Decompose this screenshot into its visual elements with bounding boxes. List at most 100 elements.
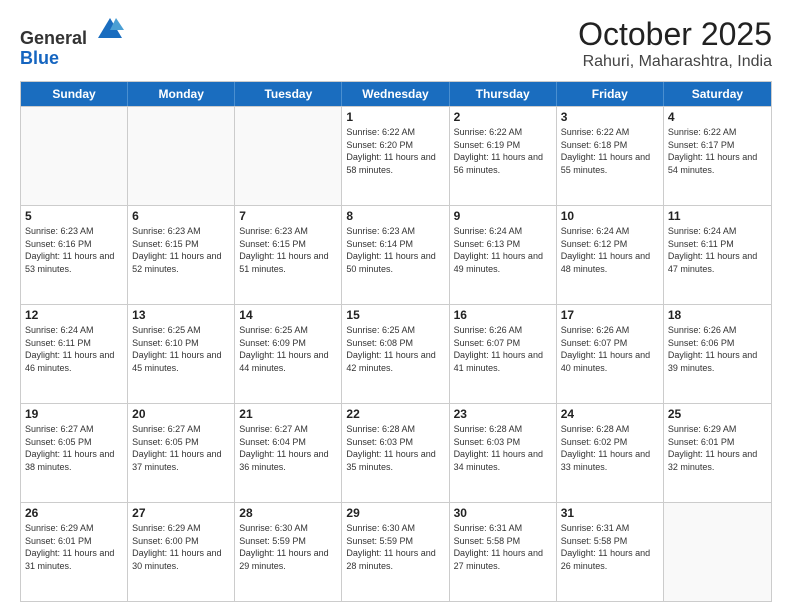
calendar-cell: 16 Sunrise: 6:26 AM Sunset: 6:07 PM Dayli… [450, 305, 557, 403]
calendar-cell: 25 Sunrise: 6:29 AM Sunset: 6:01 PM Dayli… [664, 404, 771, 502]
calendar-body: 1 Sunrise: 6:22 AM Sunset: 6:20 PM Daylig… [21, 106, 771, 601]
day-number: 29 [346, 506, 444, 520]
weekday-header: Wednesday [342, 82, 449, 106]
calendar-cell: 11 Sunrise: 6:24 AM Sunset: 6:11 PM Dayli… [664, 206, 771, 304]
cell-info: Sunrise: 6:28 AM Sunset: 6:03 PM Dayligh… [346, 423, 444, 473]
day-number: 27 [132, 506, 230, 520]
cell-info: Sunrise: 6:22 AM Sunset: 6:19 PM Dayligh… [454, 126, 552, 176]
day-number: 24 [561, 407, 659, 421]
cell-info: Sunrise: 6:23 AM Sunset: 6:15 PM Dayligh… [132, 225, 230, 275]
cell-info: Sunrise: 6:30 AM Sunset: 5:59 PM Dayligh… [346, 522, 444, 572]
cell-info: Sunrise: 6:23 AM Sunset: 6:16 PM Dayligh… [25, 225, 123, 275]
cell-info: Sunrise: 6:30 AM Sunset: 5:59 PM Dayligh… [239, 522, 337, 572]
cell-info: Sunrise: 6:27 AM Sunset: 6:05 PM Dayligh… [132, 423, 230, 473]
calendar-cell: 29 Sunrise: 6:30 AM Sunset: 5:59 PM Dayli… [342, 503, 449, 601]
calendar-week: 12 Sunrise: 6:24 AM Sunset: 6:11 PM Dayli… [21, 304, 771, 403]
day-number: 16 [454, 308, 552, 322]
calendar-title: October 2025 [578, 16, 772, 53]
cell-info: Sunrise: 6:22 AM Sunset: 6:20 PM Dayligh… [346, 126, 444, 176]
calendar-cell: 10 Sunrise: 6:24 AM Sunset: 6:12 PM Dayli… [557, 206, 664, 304]
day-number: 10 [561, 209, 659, 223]
calendar-cell: 28 Sunrise: 6:30 AM Sunset: 5:59 PM Dayli… [235, 503, 342, 601]
calendar-cell [128, 107, 235, 205]
calendar-cell: 15 Sunrise: 6:25 AM Sunset: 6:08 PM Dayli… [342, 305, 449, 403]
calendar-cell: 24Sunrise: 6:28 AM Sunset: 6:02 PM Dayli… [557, 404, 664, 502]
day-number: 21 [239, 407, 337, 421]
cell-info: Sunrise: 6:24 AM Sunset: 6:12 PM Dayligh… [561, 225, 659, 275]
calendar-cell: 12 Sunrise: 6:24 AM Sunset: 6:11 PM Dayli… [21, 305, 128, 403]
calendar-cell [235, 107, 342, 205]
calendar-cell: 3 Sunrise: 6:22 AM Sunset: 6:18 PM Daylig… [557, 107, 664, 205]
cell-info: Sunrise: 6:27 AM Sunset: 6:05 PM Dayligh… [25, 423, 123, 473]
calendar-cell: 9Sunrise: 6:24 AM Sunset: 6:13 PM Daylig… [450, 206, 557, 304]
calendar-cell: 1 Sunrise: 6:22 AM Sunset: 6:20 PM Daylig… [342, 107, 449, 205]
calendar-cell: 14Sunrise: 6:25 AM Sunset: 6:09 PM Dayli… [235, 305, 342, 403]
cell-info: Sunrise: 6:22 AM Sunset: 6:17 PM Dayligh… [668, 126, 767, 176]
title-block: October 2025 Rahuri, Maharashtra, India [578, 16, 772, 71]
calendar-cell: 23Sunrise: 6:28 AM Sunset: 6:03 PM Dayli… [450, 404, 557, 502]
calendar-cell: 4 Sunrise: 6:22 AM Sunset: 6:17 PM Daylig… [664, 107, 771, 205]
calendar-cell [21, 107, 128, 205]
logo: General Blue [20, 16, 124, 69]
calendar-cell: 8Sunrise: 6:23 AM Sunset: 6:14 PM Daylig… [342, 206, 449, 304]
cell-info: Sunrise: 6:24 AM Sunset: 6:13 PM Dayligh… [454, 225, 552, 275]
cell-info: Sunrise: 6:24 AM Sunset: 6:11 PM Dayligh… [25, 324, 123, 374]
weekday-header: Thursday [450, 82, 557, 106]
logo-general: General [20, 28, 87, 48]
calendar: SundayMondayTuesdayWednesdayThursdayFrid… [20, 81, 772, 602]
day-number: 25 [668, 407, 767, 421]
day-number: 12 [25, 308, 123, 322]
day-number: 17 [561, 308, 659, 322]
calendar-week: 1 Sunrise: 6:22 AM Sunset: 6:20 PM Daylig… [21, 106, 771, 205]
calendar-cell: 18 Sunrise: 6:26 AM Sunset: 6:06 PM Dayli… [664, 305, 771, 403]
cell-info: Sunrise: 6:26 AM Sunset: 6:06 PM Dayligh… [668, 324, 767, 374]
weekday-header: Tuesday [235, 82, 342, 106]
day-number: 18 [668, 308, 767, 322]
weekday-header: Sunday [21, 82, 128, 106]
cell-info: Sunrise: 6:28 AM Sunset: 6:03 PM Dayligh… [454, 423, 552, 473]
day-number: 26 [25, 506, 123, 520]
calendar-cell: 19 Sunrise: 6:27 AM Sunset: 6:05 PM Dayli… [21, 404, 128, 502]
day-number: 19 [25, 407, 123, 421]
cell-info: Sunrise: 6:23 AM Sunset: 6:15 PM Dayligh… [239, 225, 337, 275]
day-number: 22 [346, 407, 444, 421]
calendar-subtitle: Rahuri, Maharashtra, India [578, 53, 772, 71]
cell-info: Sunrise: 6:31 AM Sunset: 5:58 PM Dayligh… [454, 522, 552, 572]
calendar-cell: 31Sunrise: 6:31 AM Sunset: 5:58 PM Dayli… [557, 503, 664, 601]
cell-info: Sunrise: 6:29 AM Sunset: 6:01 PM Dayligh… [25, 522, 123, 572]
cell-info: Sunrise: 6:29 AM Sunset: 6:00 PM Dayligh… [132, 522, 230, 572]
day-number: 4 [668, 110, 767, 124]
cell-info: Sunrise: 6:25 AM Sunset: 6:09 PM Dayligh… [239, 324, 337, 374]
day-number: 31 [561, 506, 659, 520]
calendar-week: 26 Sunrise: 6:29 AM Sunset: 6:01 PM Dayli… [21, 502, 771, 601]
day-number: 11 [668, 209, 767, 223]
day-number: 15 [346, 308, 444, 322]
cell-info: Sunrise: 6:24 AM Sunset: 6:11 PM Dayligh… [668, 225, 767, 275]
header: General Blue October 2025 Rahuri, Mahara… [20, 16, 772, 71]
day-number: 20 [132, 407, 230, 421]
cell-info: Sunrise: 6:25 AM Sunset: 6:08 PM Dayligh… [346, 324, 444, 374]
calendar-cell: 20 Sunrise: 6:27 AM Sunset: 6:05 PM Dayli… [128, 404, 235, 502]
day-number: 28 [239, 506, 337, 520]
calendar-cell: 6Sunrise: 6:23 AM Sunset: 6:15 PM Daylig… [128, 206, 235, 304]
calendar-week: 5Sunrise: 6:23 AM Sunset: 6:16 PM Daylig… [21, 205, 771, 304]
logo-icon [96, 16, 124, 44]
day-number: 13 [132, 308, 230, 322]
cell-info: Sunrise: 6:29 AM Sunset: 6:01 PM Dayligh… [668, 423, 767, 473]
cell-info: Sunrise: 6:26 AM Sunset: 6:07 PM Dayligh… [561, 324, 659, 374]
calendar-cell: 17 Sunrise: 6:26 AM Sunset: 6:07 PM Dayli… [557, 305, 664, 403]
day-number: 1 [346, 110, 444, 124]
calendar-cell: 21 Sunrise: 6:27 AM Sunset: 6:04 PM Dayli… [235, 404, 342, 502]
cell-info: Sunrise: 6:26 AM Sunset: 6:07 PM Dayligh… [454, 324, 552, 374]
day-number: 2 [454, 110, 552, 124]
calendar-cell: 2 Sunrise: 6:22 AM Sunset: 6:19 PM Daylig… [450, 107, 557, 205]
logo-blue: Blue [20, 48, 59, 68]
calendar-cell: 30 Sunrise: 6:31 AM Sunset: 5:58 PM Dayli… [450, 503, 557, 601]
weekday-header: Saturday [664, 82, 771, 106]
page: General Blue October 2025 Rahuri, Mahara… [0, 0, 792, 612]
cell-info: Sunrise: 6:27 AM Sunset: 6:04 PM Dayligh… [239, 423, 337, 473]
weekday-header: Friday [557, 82, 664, 106]
day-number: 30 [454, 506, 552, 520]
cell-info: Sunrise: 6:22 AM Sunset: 6:18 PM Dayligh… [561, 126, 659, 176]
day-number: 3 [561, 110, 659, 124]
